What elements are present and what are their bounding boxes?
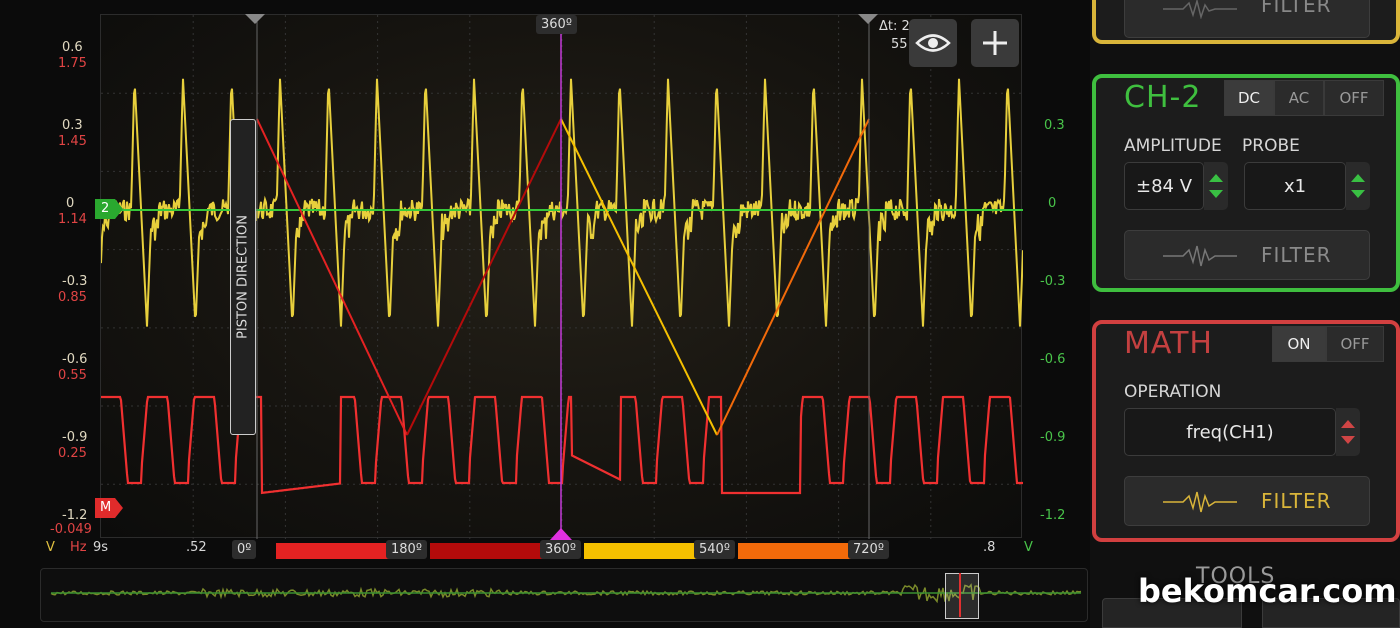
unit-v-right-label: V [1024, 540, 1033, 555]
eye-icon [915, 34, 951, 52]
ch2-axis-label: 0 [1048, 196, 1057, 211]
waveform-plot[interactable]: PISTON DIRECTION Δt: 2 55 [100, 14, 1023, 539]
ch2-title: CH-2 [1124, 80, 1202, 115]
math-marker[interactable]: M [95, 498, 123, 518]
amplitude-stepper[interactable] [1204, 162, 1228, 210]
overview-strip[interactable] [40, 568, 1088, 622]
watermark-text: bekomcar.com [1138, 572, 1397, 610]
ch2-coupling-dc[interactable]: DC [1224, 80, 1274, 116]
piston-direction-bar[interactable]: PISTON DIRECTION [230, 119, 256, 435]
probe-stepper[interactable] [1346, 162, 1370, 210]
scope-display: 0.6 1.75 0.3 1.45 0 1.14 -0.3 0.85 -0.6 … [0, 0, 1090, 628]
math-axis-label: 1.45 [58, 134, 87, 149]
time-tick-label: .8 [983, 540, 996, 555]
ch1-axis-label: 0 [66, 196, 75, 211]
stepper-arrows-icon [1351, 174, 1365, 198]
overview-waveform [50, 583, 1082, 604]
ch2-marker-label: 2 [101, 201, 110, 216]
top-cursor-label[interactable]: 360º [536, 15, 577, 34]
operation-field[interactable]: freq(CH1) [1124, 408, 1336, 456]
cursor-0-handle[interactable] [245, 14, 265, 24]
degree-marker-0[interactable]: 0º [232, 540, 257, 559]
ch1-axis-label: -0.3 [62, 274, 88, 289]
delta-t-label: Δt: 2 [879, 19, 910, 34]
math-axis-label: -0.049 [50, 522, 92, 537]
math-state-on[interactable]: ON [1272, 326, 1326, 362]
degree-marker-360[interactable]: 360º [540, 540, 581, 559]
operation-label: OPERATION [1124, 382, 1222, 402]
time-tick-label: 9s [93, 540, 109, 555]
math-state-off[interactable]: OFF [1326, 326, 1384, 362]
ch2-axis-label: -1.2 [1040, 508, 1066, 523]
cursor-360-handle[interactable] [550, 528, 572, 540]
waveform-icon [1163, 0, 1237, 19]
math-panel: MATH ON OFF OPERATION freq(CH1) FILTER [1092, 320, 1400, 542]
ch1-axis-label: -1.2 [62, 508, 88, 523]
math-axis-label: 0.85 [58, 290, 87, 305]
cursor-720-handle[interactable] [858, 14, 878, 24]
ch1-filter-label: FILTER [1261, 0, 1332, 17]
ch1-axis-label: -0.9 [62, 430, 88, 445]
piston-line-360-540 [560, 118, 718, 436]
eye-button[interactable] [909, 19, 957, 67]
amplitude-field[interactable]: ±84 V [1124, 162, 1204, 210]
unit-v-label: V [46, 540, 55, 555]
ch2-filter-button[interactable]: FILTER [1124, 230, 1370, 280]
math-filter-label: FILTER [1261, 489, 1332, 513]
math-axis-label: 0.25 [58, 446, 87, 461]
unit-hz-label: Hz [70, 540, 87, 555]
amplitude-label: AMPLITUDE [1124, 136, 1222, 156]
degree-marker-180[interactable]: 180º [386, 540, 427, 559]
ch1-axis-label: 0.6 [62, 40, 83, 55]
ch2-filter-label: FILTER [1261, 243, 1332, 267]
stepper-arrows-icon [1209, 174, 1223, 198]
degree-bar: 0º 180º 360º 540º 720º [232, 540, 892, 564]
piston-direction-label: PISTON DIRECTION [235, 215, 251, 339]
math-axis-label: 1.14 [58, 212, 87, 227]
delta-t-value: 55 [891, 37, 908, 52]
ch2-axis-label: -0.9 [1040, 430, 1066, 445]
math-marker-label: M [100, 500, 112, 515]
operation-stepper[interactable] [1336, 408, 1360, 456]
ch2-axis-label: -0.3 [1040, 274, 1066, 289]
math-axis-label: 0.55 [58, 368, 87, 383]
degree-marker-720[interactable]: 720º [848, 540, 889, 559]
ch2-coupling-off[interactable]: OFF [1324, 80, 1384, 116]
plus-icon [983, 31, 1007, 55]
math-filter-button[interactable]: FILTER [1124, 476, 1370, 526]
waveform-icon [1163, 491, 1237, 513]
ch2-marker[interactable]: 2 [95, 199, 123, 219]
stepper-arrows-icon [1341, 420, 1355, 444]
degree-marker-540[interactable]: 540º [694, 540, 735, 559]
math-axis-label: 1.75 [58, 56, 87, 71]
piston-line-540-720 [716, 118, 870, 436]
probe-field[interactable]: x1 [1244, 162, 1346, 210]
ch1-axis-label: -0.6 [62, 352, 88, 367]
overview-cursor[interactable] [959, 573, 961, 617]
math-title: MATH [1124, 326, 1213, 361]
waveform-icon [1163, 245, 1237, 267]
ch2-panel: CH-2 DC AC OFF AMPLITUDE PROBE ±84 V x1 … [1092, 74, 1400, 292]
ch2-coupling-ac[interactable]: AC [1274, 80, 1324, 116]
ch1-panel: FILTER [1092, 0, 1400, 44]
ch2-axis-label: -0.6 [1040, 352, 1066, 367]
overview-viewport[interactable] [945, 573, 979, 619]
ch1-filter-button[interactable]: FILTER [1124, 0, 1370, 38]
add-button[interactable] [971, 19, 1019, 67]
ch2-axis-label: 0.3 [1044, 118, 1065, 133]
probe-label: PROBE [1242, 136, 1300, 156]
ch1-axis-label: 0.3 [62, 118, 83, 133]
time-tick-label: .52 [186, 540, 207, 555]
